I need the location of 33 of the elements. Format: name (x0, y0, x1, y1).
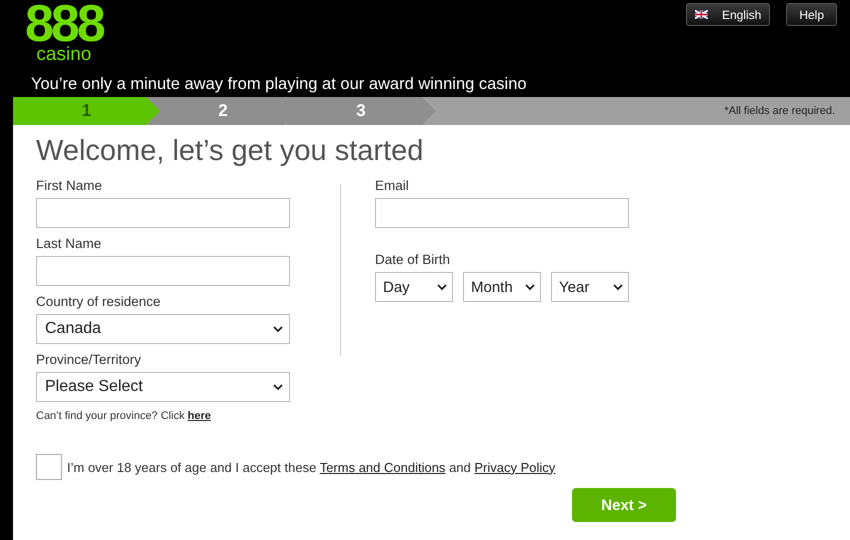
date-dropdown[interactable]: Day (375, 272, 453, 302)
email-field[interactable] (375, 198, 629, 228)
logo-number: 888 (25, 2, 103, 46)
field-label: First Name (36, 178, 104, 194)
here-link[interactable]: here (188, 410, 211, 422)
language-button[interactable]: English (686, 3, 770, 26)
field-label: Last Name (36, 236, 102, 252)
date-dropdown[interactable]: Month (463, 272, 541, 302)
text-field[interactable] (36, 198, 290, 228)
dropdown[interactable]: Please Select (36, 372, 290, 402)
chevron-icon (525, 284, 535, 290)
province-help-text: Can’t find your province? Click here (36, 410, 212, 422)
chevron-icon (437, 284, 447, 290)
terms-link[interactable]: Terms and Conditions (320, 460, 446, 474)
field-label: Province/Territory (36, 352, 142, 368)
dropdown[interactable]: Canada (36, 314, 290, 344)
chevron-icon (273, 384, 283, 390)
help-button[interactable]: Help (786, 3, 837, 26)
flag-icon (695, 10, 708, 19)
chevron-icon (273, 326, 283, 332)
required-note: *All fields are required. (724, 105, 835, 117)
date-dropdown[interactable]: Year (551, 272, 629, 302)
field-label: Country of residence (36, 294, 162, 310)
privacy-link[interactable]: Privacy Policy (474, 460, 556, 474)
field-label: Email (375, 178, 410, 194)
text-field[interactable] (36, 256, 290, 286)
logo-word: casino (36, 46, 92, 64)
field-label: Date of Birth (375, 252, 452, 268)
chevron-icon (613, 284, 623, 290)
tagline: You’re only a minute away from playing at our award winning casino (31, 75, 527, 94)
form-title: Welcome, let’s get you started (36, 135, 424, 168)
age-checkbox[interactable] (36, 454, 62, 480)
agreement-text: I’m over 18 years of age and I accept these Terms and Conditions and Privacy Policy (67, 460, 556, 474)
